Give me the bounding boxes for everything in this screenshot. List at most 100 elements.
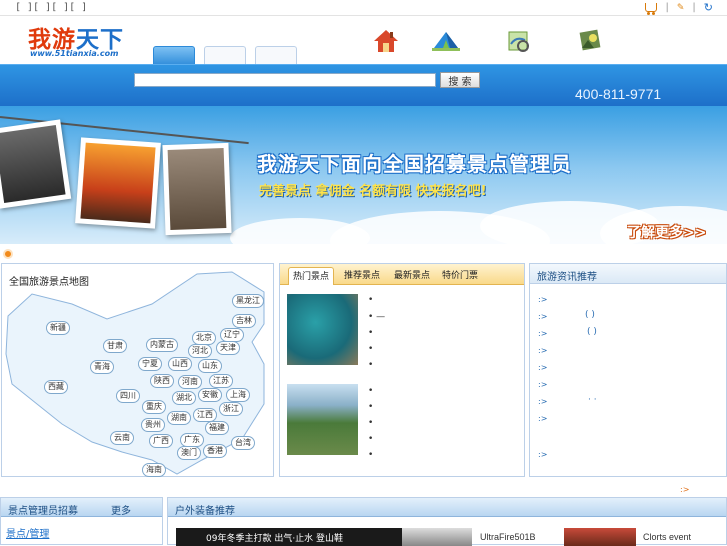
favorite-icon[interactable]: ✎ — [677, 3, 685, 13]
logo-url: www.51tianxia.com — [30, 49, 119, 58]
gear-product-image[interactable] — [564, 528, 636, 546]
map-province[interactable]: 西藏 — [44, 380, 68, 394]
map-province[interactable]: 辽宁 — [220, 328, 244, 342]
news-item-arrow[interactable]: :> — [538, 414, 547, 423]
spot-list-item[interactable]: • — [368, 328, 373, 338]
map-province[interactable]: 上海 — [226, 388, 250, 402]
news-item-arrow[interactable]: :> — [538, 380, 547, 389]
banner-photo-3 — [162, 142, 232, 236]
spot-list-item[interactable]: • — [368, 295, 373, 305]
map-province[interactable]: 海南 — [142, 463, 166, 477]
spot-list-item[interactable]: • — [368, 402, 373, 412]
banner-photo-2 — [75, 137, 161, 229]
map-province[interactable]: 山东 — [198, 359, 222, 373]
map-province[interactable]: 北京 — [192, 331, 216, 345]
map-province[interactable]: 甘肃 — [103, 339, 127, 353]
spot-list-item[interactable]: • — [368, 434, 373, 444]
search-button[interactable]: 搜 索 — [440, 72, 480, 88]
map-province[interactable]: 台湾 — [231, 436, 255, 450]
map-province[interactable]: 江西 — [193, 408, 217, 422]
map-province[interactable]: 黑龙江 — [232, 294, 264, 308]
gear-ad-banner[interactable]: 09年冬季主打款 出气·止水 登山鞋 — [176, 528, 418, 546]
search-input[interactable] — [134, 73, 436, 87]
map-province[interactable]: 河北 — [188, 344, 212, 358]
banner-more-link[interactable]: 了解更多>> — [627, 222, 706, 242]
tent-icon[interactable] — [432, 28, 460, 54]
news-item-arrow[interactable]: :> — [538, 397, 547, 406]
outdoor-gear-panel: 户外装备推荐 09年冬季主打款 出气·止水 登山鞋 UltraFire501B … — [167, 497, 727, 546]
news-item-arrow[interactable]: :> — [538, 312, 547, 321]
banner-subtitle: 完善景点 拿佣金 名额有限 快来报名吧! — [259, 184, 487, 199]
nav-tab-2[interactable] — [204, 46, 246, 66]
nav-tab-1[interactable] — [153, 46, 195, 66]
map-province[interactable]: 新疆 — [46, 321, 70, 335]
guide-icon[interactable] — [578, 28, 604, 54]
news-item-arrow[interactable]: :> — [538, 363, 547, 372]
site-logo[interactable]: 我游天下 www.51tianxia.com — [28, 18, 138, 64]
gear-panel-header: 户外装备推荐 — [168, 498, 726, 517]
spot-list-item[interactable]: • — [368, 418, 373, 428]
map-province[interactable]: 天津 — [216, 341, 240, 355]
map-province[interactable]: 贵州 — [141, 418, 165, 432]
tab-discount-tickets[interactable]: 特价门票 — [437, 267, 483, 285]
map-province[interactable]: 河南 — [178, 375, 202, 389]
separator: | — [692, 2, 696, 13]
spot-list-item[interactable]: • — [368, 450, 373, 460]
map-province[interactable]: 广西 — [149, 434, 173, 448]
spot-list-item[interactable]: • — [368, 386, 373, 396]
spot-list-item[interactable]: • — [368, 360, 373, 370]
news-item-arrow[interactable]: :> — [538, 346, 547, 355]
map-province[interactable]: 香港 — [203, 444, 227, 458]
travel-news-panel: 旅游资讯推荐 :> :> ( ) :> ( ) :> :> :> :> · · … — [529, 263, 727, 477]
spot-thumbnail-coast[interactable] — [287, 294, 358, 365]
gear-product-name[interactable]: Clorts event — [643, 532, 691, 542]
featured-spots-panel: 热门景点 推荐景点 最新景点 特价门票 • • — • • • • • • • … — [279, 263, 525, 477]
map-province[interactable]: 陕西 — [150, 374, 174, 388]
spot-thumbnail-mountain[interactable] — [287, 384, 358, 455]
map-province[interactable]: 四川 — [116, 389, 140, 403]
gear-product-image[interactable] — [402, 528, 472, 546]
map-province[interactable]: 青海 — [90, 360, 114, 374]
spots-tabbar: 热门景点 推荐景点 最新景点 特价门票 — [280, 264, 524, 285]
tab-recommended-spots[interactable]: 推荐景点 — [339, 267, 385, 285]
map-icon[interactable] — [506, 28, 532, 54]
nav-tab-3[interactable] — [255, 46, 297, 66]
section-bullet-icon — [3, 249, 13, 259]
map-province[interactable]: 浙江 — [219, 402, 243, 416]
map-province[interactable]: 福建 — [205, 421, 229, 435]
news-item-text[interactable]: · · — [588, 395, 597, 405]
news-item-arrow[interactable]: :> — [538, 329, 547, 338]
top-utility-bar — [0, 0, 727, 16]
tab-latest-spots[interactable]: 最新景点 — [389, 267, 435, 285]
more-arrow-link[interactable]: :> — [680, 485, 689, 494]
map-province[interactable]: 云南 — [110, 431, 134, 445]
top-links[interactable]: [ ][ ][ ][ ] — [15, 2, 87, 13]
map-province[interactable]: 广东 — [180, 433, 204, 447]
map-province[interactable]: 内蒙古 — [146, 338, 178, 352]
spot-list-item[interactable]: • — [368, 344, 373, 354]
recruit-panel: 景点管理员招募 更多 景点/管理 — [0, 497, 163, 545]
recruit-more-link[interactable]: 更多 — [111, 502, 131, 517]
promo-banner[interactable]: 我游天下面向全国招募景点管理员 完善景点 拿佣金 名额有限 快来报名吧! 了解更… — [0, 106, 727, 244]
news-item-text[interactable]: ( ) — [587, 327, 597, 337]
cart-icon[interactable] — [645, 3, 658, 15]
news-item-text[interactable]: ( ) — [585, 310, 595, 320]
gear-product-name[interactable]: UltraFire501B — [480, 532, 536, 542]
map-province[interactable]: 山西 — [168, 357, 192, 371]
map-province[interactable]: 澳门 — [177, 446, 201, 460]
spot-list-item[interactable]: • — — [368, 312, 385, 322]
map-province[interactable]: 湖北 — [172, 391, 196, 405]
refresh-icon[interactable]: ↻ — [704, 1, 713, 14]
home-icon[interactable] — [373, 28, 399, 54]
gear-panel-title: 户外装备推荐 — [175, 506, 235, 517]
news-item-arrow[interactable]: :> — [538, 450, 547, 459]
map-province[interactable]: 吉林 — [232, 314, 256, 328]
tab-hot-spots[interactable]: 热门景点 — [288, 267, 334, 285]
map-province[interactable]: 湖南 — [167, 411, 191, 425]
map-province[interactable]: 安徽 — [198, 388, 222, 402]
map-province[interactable]: 宁夏 — [138, 357, 162, 371]
map-province[interactable]: 江苏 — [209, 374, 233, 388]
news-item-arrow[interactable]: :> — [538, 295, 547, 304]
recruit-link[interactable]: 景点/管理 — [6, 525, 49, 540]
map-province[interactable]: 重庆 — [142, 400, 166, 414]
